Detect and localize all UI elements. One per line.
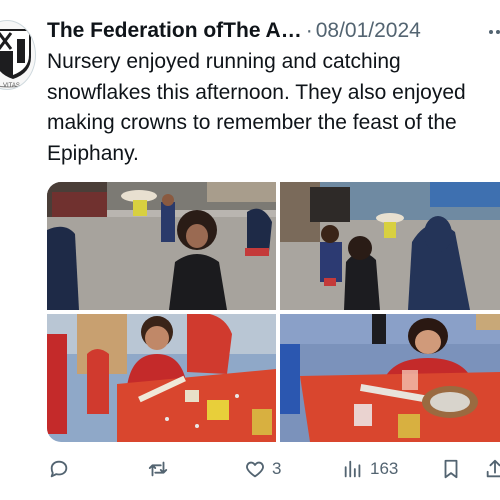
- bookmark-button[interactable]: [440, 452, 462, 486]
- photo-boy-making-crown[interactable]: [47, 314, 276, 442]
- retweet-button[interactable]: [147, 452, 169, 486]
- like-count: 3: [272, 459, 282, 478]
- school-crest-icon: VITAS: [0, 29, 34, 89]
- more-options-icon[interactable]: [486, 20, 500, 44]
- reply-icon: [50, 460, 68, 478]
- views-button[interactable]: 163: [342, 452, 398, 486]
- views-count: 163: [370, 459, 399, 478]
- heart-icon: [246, 461, 264, 478]
- action-bar: 3 163: [0, 452, 500, 486]
- avatar-text: VITAS: [3, 83, 20, 89]
- author-name[interactable]: The Federation ofThe A…: [47, 19, 302, 43]
- photo-children-catching-snowflakes[interactable]: [280, 182, 500, 310]
- reply-button[interactable]: [48, 452, 70, 486]
- bar-chart-icon: [344, 460, 361, 478]
- tweet-text: Nursery enjoyed running and catching sno…: [47, 50, 466, 165]
- media-grid: [47, 182, 500, 442]
- share-button[interactable]: [484, 452, 500, 486]
- tweet-date[interactable]: 08/01/2024: [316, 19, 421, 43]
- photo-girl-making-crown[interactable]: [280, 314, 500, 442]
- share-icon: [486, 459, 500, 478]
- photo-children-running-playground[interactable]: [47, 182, 276, 310]
- like-button[interactable]: 3: [244, 452, 281, 486]
- bookmark-icon: [444, 459, 458, 479]
- retweet-icon: [148, 461, 168, 477]
- tweet-header: The Federation ofThe A… · 08/01/2024: [47, 17, 500, 45]
- avatar[interactable]: VITAS: [0, 20, 36, 90]
- header-separator: ·: [305, 19, 313, 42]
